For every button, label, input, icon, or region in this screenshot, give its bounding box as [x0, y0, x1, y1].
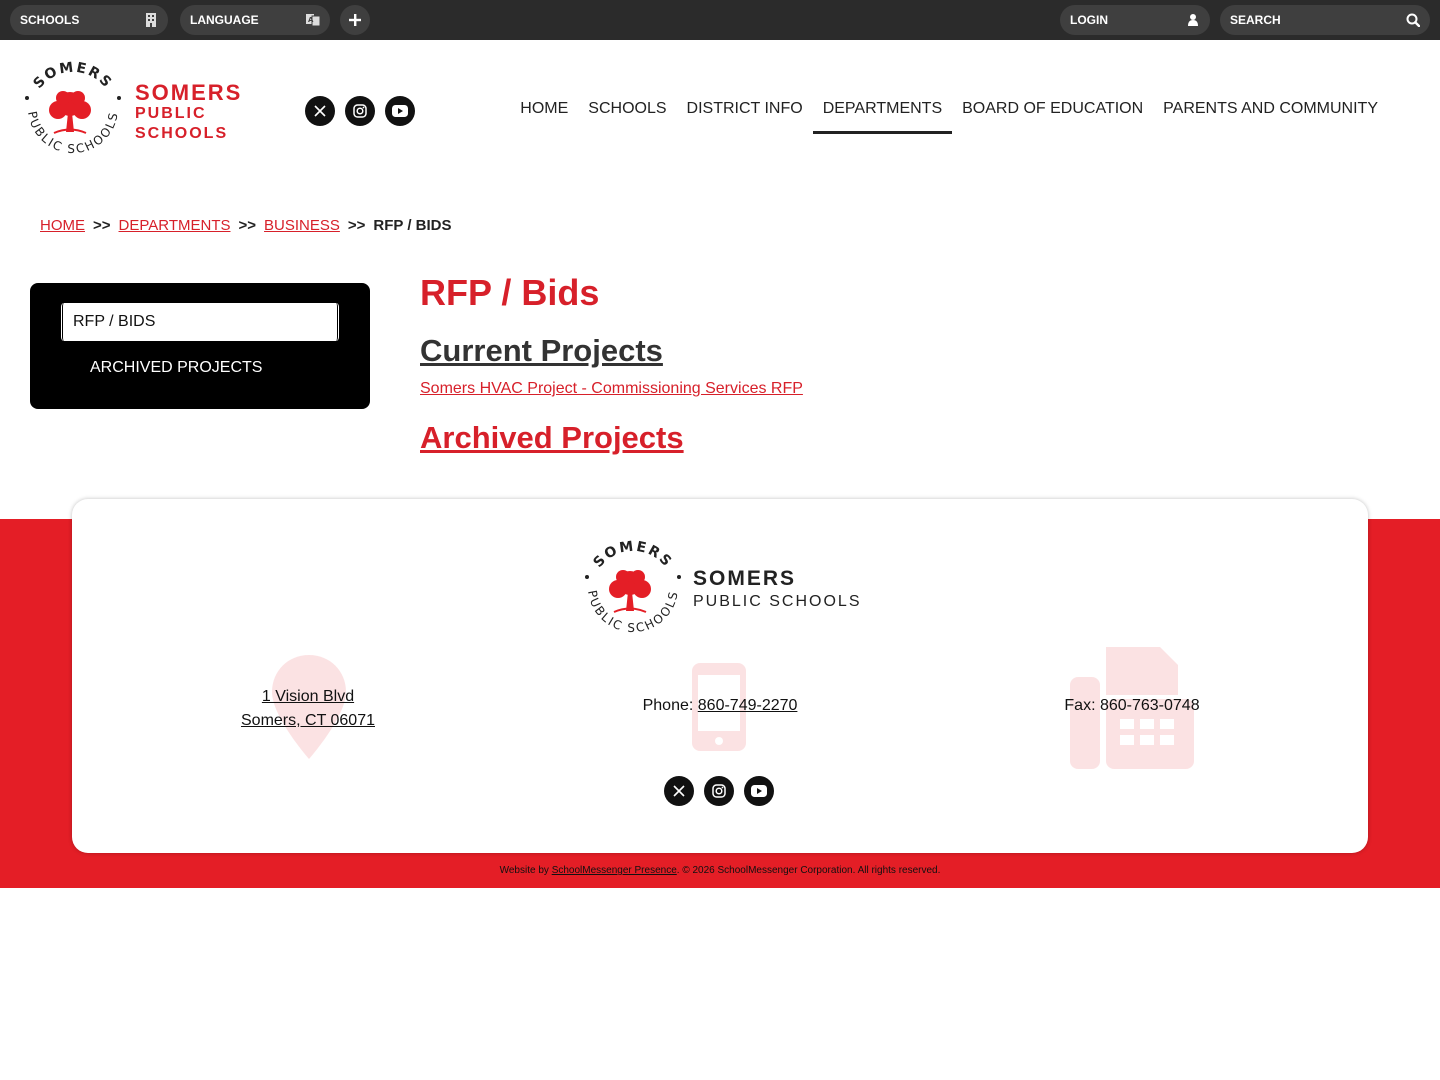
- hvac-rfp-link[interactable]: Somers HVAC Project - Commissioning Serv…: [420, 380, 803, 398]
- footer-social-links: [664, 776, 774, 806]
- nav-home[interactable]: HOME: [510, 92, 578, 134]
- footer-district-name: SOMERS PUBLIC SCHOOLS: [693, 567, 861, 613]
- address-line2[interactable]: Somers, CT 06071: [241, 712, 375, 729]
- logo-line1: SOMERS: [135, 80, 243, 105]
- utility-bar: SCHOOLS LANGUAGE A LOGIN SEARCH: [0, 0, 1440, 40]
- user-icon: [1186, 13, 1200, 27]
- copyright-prefix: Website by: [499, 865, 549, 876]
- youtube-icon[interactable]: [744, 776, 774, 806]
- sidebar-item-rfp-bids[interactable]: RFP / BIDS: [60, 303, 340, 341]
- schoolmessenger-link[interactable]: SchoolMessenger Presence: [552, 865, 677, 876]
- login-button[interactable]: LOGIN: [1060, 5, 1210, 35]
- schools-dropdown[interactable]: SCHOOLS: [10, 5, 168, 35]
- breadcrumb-separator: >>: [238, 217, 257, 234]
- breadcrumb: HOME >> DEPARTMENTS >> BUSINESS >> RFP /…: [40, 217, 452, 234]
- svg-text:SOMERS: SOMERS: [590, 538, 675, 570]
- breadcrumb-separator: >>: [347, 217, 366, 234]
- svg-text:PUBLIC SCHOOLS: PUBLIC SCHOOLS: [25, 110, 121, 156]
- footer-name-line2: PUBLIC SCHOOLS: [693, 593, 862, 610]
- youtube-icon[interactable]: [385, 96, 415, 126]
- breadcrumb-business[interactable]: BUSINESS: [264, 217, 340, 234]
- sidebar-item-archived-projects[interactable]: ARCHIVED PROJECTS: [90, 359, 262, 377]
- search-input[interactable]: SEARCH: [1230, 13, 1406, 27]
- nav-board-of-education[interactable]: BOARD OF EDUCATION: [952, 92, 1153, 134]
- schools-label: SCHOOLS: [20, 13, 80, 27]
- svg-text:A: A: [308, 16, 314, 24]
- plus-icon[interactable]: [340, 5, 370, 35]
- page-title: RFP / Bids: [420, 272, 600, 313]
- copyright-suffix: . © 2026 SchoolMessenger Corporation. Al…: [676, 865, 941, 876]
- nav-departments[interactable]: DEPARTMENTS: [812, 92, 953, 134]
- current-projects-heading[interactable]: Current Projects: [420, 333, 663, 369]
- breadcrumb-separator: >>: [93, 217, 111, 234]
- footer-name-line1: SOMERS: [693, 567, 797, 590]
- footer-address: 1 Vision Blvd Somers, CT 06071: [222, 685, 394, 733]
- header-social-links: [305, 96, 415, 126]
- address-line1[interactable]: 1 Vision Blvd: [262, 688, 354, 705]
- phone-number-link[interactable]: 860-749-2270: [698, 697, 798, 714]
- nav-parents-and-community[interactable]: PARENTS AND COMMUNITY: [1153, 92, 1388, 134]
- section-sidebar: RFP / BIDS ARCHIVED PROJECTS: [30, 283, 370, 409]
- logo-line2: PUBLIC: [135, 105, 207, 122]
- translate-icon: A: [306, 13, 320, 27]
- footer-card: SOMERS PUBLIC SCHOOLS SOMERS PUBLIC SCHO…: [72, 499, 1368, 853]
- nav-schools[interactable]: SCHOOLS: [578, 92, 676, 134]
- district-name: SOMERS PUBLIC SCHOOLS: [135, 82, 242, 144]
- footer-phone: Phone: 860-749-2270: [612, 697, 828, 715]
- login-label: LOGIN: [1070, 13, 1108, 27]
- copyright-notice: Website by SchoolMessenger Presence. © 2…: [0, 865, 1440, 876]
- phone-label: Phone:: [642, 697, 694, 714]
- language-dropdown[interactable]: LANGUAGE A: [180, 5, 330, 35]
- search-icon[interactable]: [1406, 13, 1420, 27]
- instagram-icon[interactable]: [704, 776, 734, 806]
- breadcrumb-home[interactable]: HOME: [40, 217, 85, 234]
- svg-text:SOMERS: SOMERS: [30, 59, 115, 91]
- logo-seal: SOMERS PUBLIC SCHOOLS: [25, 59, 121, 156]
- logo-line3: SCHOOLS: [135, 125, 229, 142]
- building-icon: [144, 13, 158, 27]
- svg-text:PUBLIC SCHOOLS: PUBLIC SCHOOLS: [585, 589, 681, 635]
- nav-district-info[interactable]: DISTRICT INFO: [677, 92, 813, 134]
- footer-logo-seal: SOMERS PUBLIC SCHOOLS: [585, 538, 681, 635]
- footer-fax: Fax: 860-763-0748: [1064, 697, 1200, 714]
- language-label: LANGUAGE: [190, 13, 259, 27]
- breadcrumb-departments[interactable]: DEPARTMENTS: [119, 217, 231, 234]
- x-twitter-icon[interactable]: [305, 96, 335, 126]
- main-navigation: HOME SCHOOLS DISTRICT INFO DEPARTMENTS B…: [510, 92, 1388, 134]
- search-bar[interactable]: SEARCH: [1220, 5, 1430, 35]
- instagram-icon[interactable]: [345, 96, 375, 126]
- x-twitter-icon[interactable]: [664, 776, 694, 806]
- archived-projects-link[interactable]: Archived Projects: [420, 420, 684, 456]
- breadcrumb-current: RFP / BIDS: [373, 217, 452, 234]
